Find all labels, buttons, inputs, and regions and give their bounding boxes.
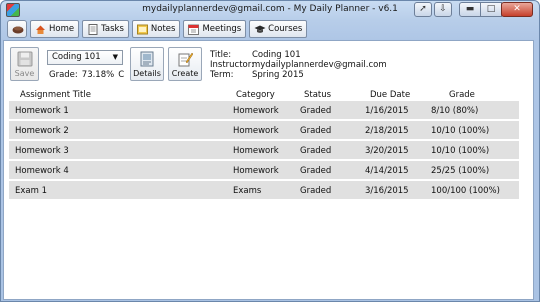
pin-icon[interactable]: ➚	[414, 2, 432, 17]
nav-home[interactable]: Home	[30, 20, 80, 38]
cell-due-date: 4/14/2015	[365, 166, 409, 176]
nav-courses[interactable]: Courses	[249, 20, 308, 38]
cell-grade: 25/25 (100%)	[431, 166, 490, 176]
menu-icon	[12, 24, 23, 35]
grade-percent: 73.18%	[81, 70, 115, 80]
cell-category: Homework	[233, 126, 279, 136]
assignments-table: Homework 1 Homework Graded 1/16/2015 8/1…	[9, 101, 519, 201]
info-term-value: Spring 2015	[252, 70, 304, 80]
cell-title: Exam 1	[15, 186, 47, 196]
cell-status: Graded	[300, 186, 332, 196]
table-header: Assignment Title Category Status Due Dat…	[10, 89, 530, 101]
column-header-status[interactable]: Status	[304, 90, 331, 100]
cell-title: Homework 1	[15, 106, 69, 116]
info-title-value: Coding 101	[252, 50, 301, 60]
app-window: mydailyplannerdev@gmail.com - My Daily P…	[0, 0, 540, 302]
course-grade: Grade: 73.18% C	[49, 70, 128, 80]
cell-category: Homework	[233, 106, 279, 116]
column-header-assignment-title[interactable]: Assignment Title	[20, 90, 91, 100]
document-icon	[87, 23, 98, 35]
save-button-label: Save	[14, 69, 35, 78]
calendar-icon	[188, 24, 200, 35]
column-header-due-date[interactable]: Due Date	[370, 90, 410, 100]
notes-icon	[136, 24, 148, 35]
cell-title: Homework 4	[15, 166, 69, 176]
menu-button[interactable]	[7, 20, 27, 38]
cell-status: Graded	[300, 106, 332, 116]
info-term-row: Term: Spring 2015	[210, 70, 387, 80]
save-button[interactable]: Save	[10, 47, 39, 81]
create-button-label: Create	[171, 69, 199, 78]
maximize-button[interactable]: □	[480, 2, 502, 17]
cell-category: Homework	[233, 146, 279, 156]
nav-notes[interactable]: Notes	[131, 20, 181, 38]
info-term-label: Term:	[210, 70, 234, 80]
info-instructor-row: Instructor: mydailyplannerdev@gmail.com	[210, 60, 387, 70]
grade-label: Grade:	[49, 70, 78, 80]
table-row[interactable]: Homework 2 Homework Graded 2/18/2015 10/…	[9, 121, 519, 140]
create-button[interactable]: Create	[168, 47, 202, 81]
nav-notes-label: Notes	[150, 24, 176, 34]
cell-status: Graded	[300, 166, 332, 176]
info-title-row: Title: Coding 101	[210, 50, 387, 60]
close-button[interactable]: ✕	[501, 2, 533, 17]
cell-due-date: 3/20/2015	[365, 146, 409, 156]
nav-tasks-label: Tasks	[101, 24, 124, 34]
cell-category: Homework	[233, 166, 279, 176]
details-button-label: Details	[133, 69, 161, 78]
cell-title: Homework 3	[15, 146, 69, 156]
table-row[interactable]: Homework 1 Homework Graded 1/16/2015 8/1…	[9, 101, 519, 120]
table-row[interactable]: Homework 4 Homework Graded 4/14/2015 25/…	[9, 161, 519, 180]
nav-meetings-label: Meetings	[202, 24, 242, 34]
cell-status: Graded	[300, 126, 332, 136]
cell-category: Exams	[233, 186, 262, 196]
cell-due-date: 2/18/2015	[365, 126, 409, 136]
info-title-label: Title:	[210, 50, 232, 60]
table-row[interactable]: Exam 1 Exams Graded 3/16/2015 100/100 (1…	[9, 181, 519, 200]
cell-grade: 8/10 (80%)	[431, 106, 479, 116]
cell-title: Homework 2	[15, 126, 69, 136]
course-info: Title: Coding 101 Instructor: mydailypla…	[210, 50, 387, 80]
nav-toolbar: Home Tasks Notes Meetings Courses	[7, 20, 308, 38]
details-button[interactable]: Details	[130, 47, 164, 81]
courses-panel: Save Coding 101 ▼ Grade: 73.18% C Details …	[3, 40, 534, 300]
minimize-button[interactable]: ▬	[459, 2, 481, 17]
chevron-down-icon: ▼	[112, 53, 118, 61]
column-header-category[interactable]: Category	[236, 90, 275, 100]
cell-grade: 10/10 (100%)	[431, 146, 490, 156]
info-instructor-value: mydailyplannerdev@gmail.com	[252, 60, 387, 70]
details-icon	[139, 51, 155, 67]
grade-letter: C	[118, 70, 125, 80]
create-pencil-icon	[177, 51, 194, 67]
cell-grade: 10/10 (100%)	[431, 126, 490, 136]
cell-due-date: 1/16/2015	[365, 106, 409, 116]
cell-due-date: 3/16/2015	[365, 186, 409, 196]
house-icon	[35, 24, 46, 35]
course-select-value: Coding 101	[52, 52, 101, 62]
info-instructor-label: Instructor:	[210, 60, 254, 70]
cell-grade: 100/100 (100%)	[431, 186, 500, 196]
course-select[interactable]: Coding 101 ▼	[47, 50, 123, 65]
title-bar: mydailyplannerdev@gmail.com - My Daily P…	[1, 1, 539, 19]
nav-home-label: Home	[49, 24, 75, 34]
graduation-cap-icon	[254, 24, 266, 35]
cell-status: Graded	[300, 146, 332, 156]
nav-courses-label: Courses	[268, 24, 303, 34]
table-row[interactable]: Homework 3 Homework Graded 3/20/2015 10/…	[9, 141, 519, 160]
download-icon[interactable]: ⇩	[434, 2, 452, 17]
column-header-grade[interactable]: Grade	[449, 90, 475, 100]
nav-tasks[interactable]: Tasks	[82, 20, 129, 38]
floppy-disk-icon	[17, 51, 33, 67]
nav-meetings[interactable]: Meetings	[183, 20, 247, 38]
